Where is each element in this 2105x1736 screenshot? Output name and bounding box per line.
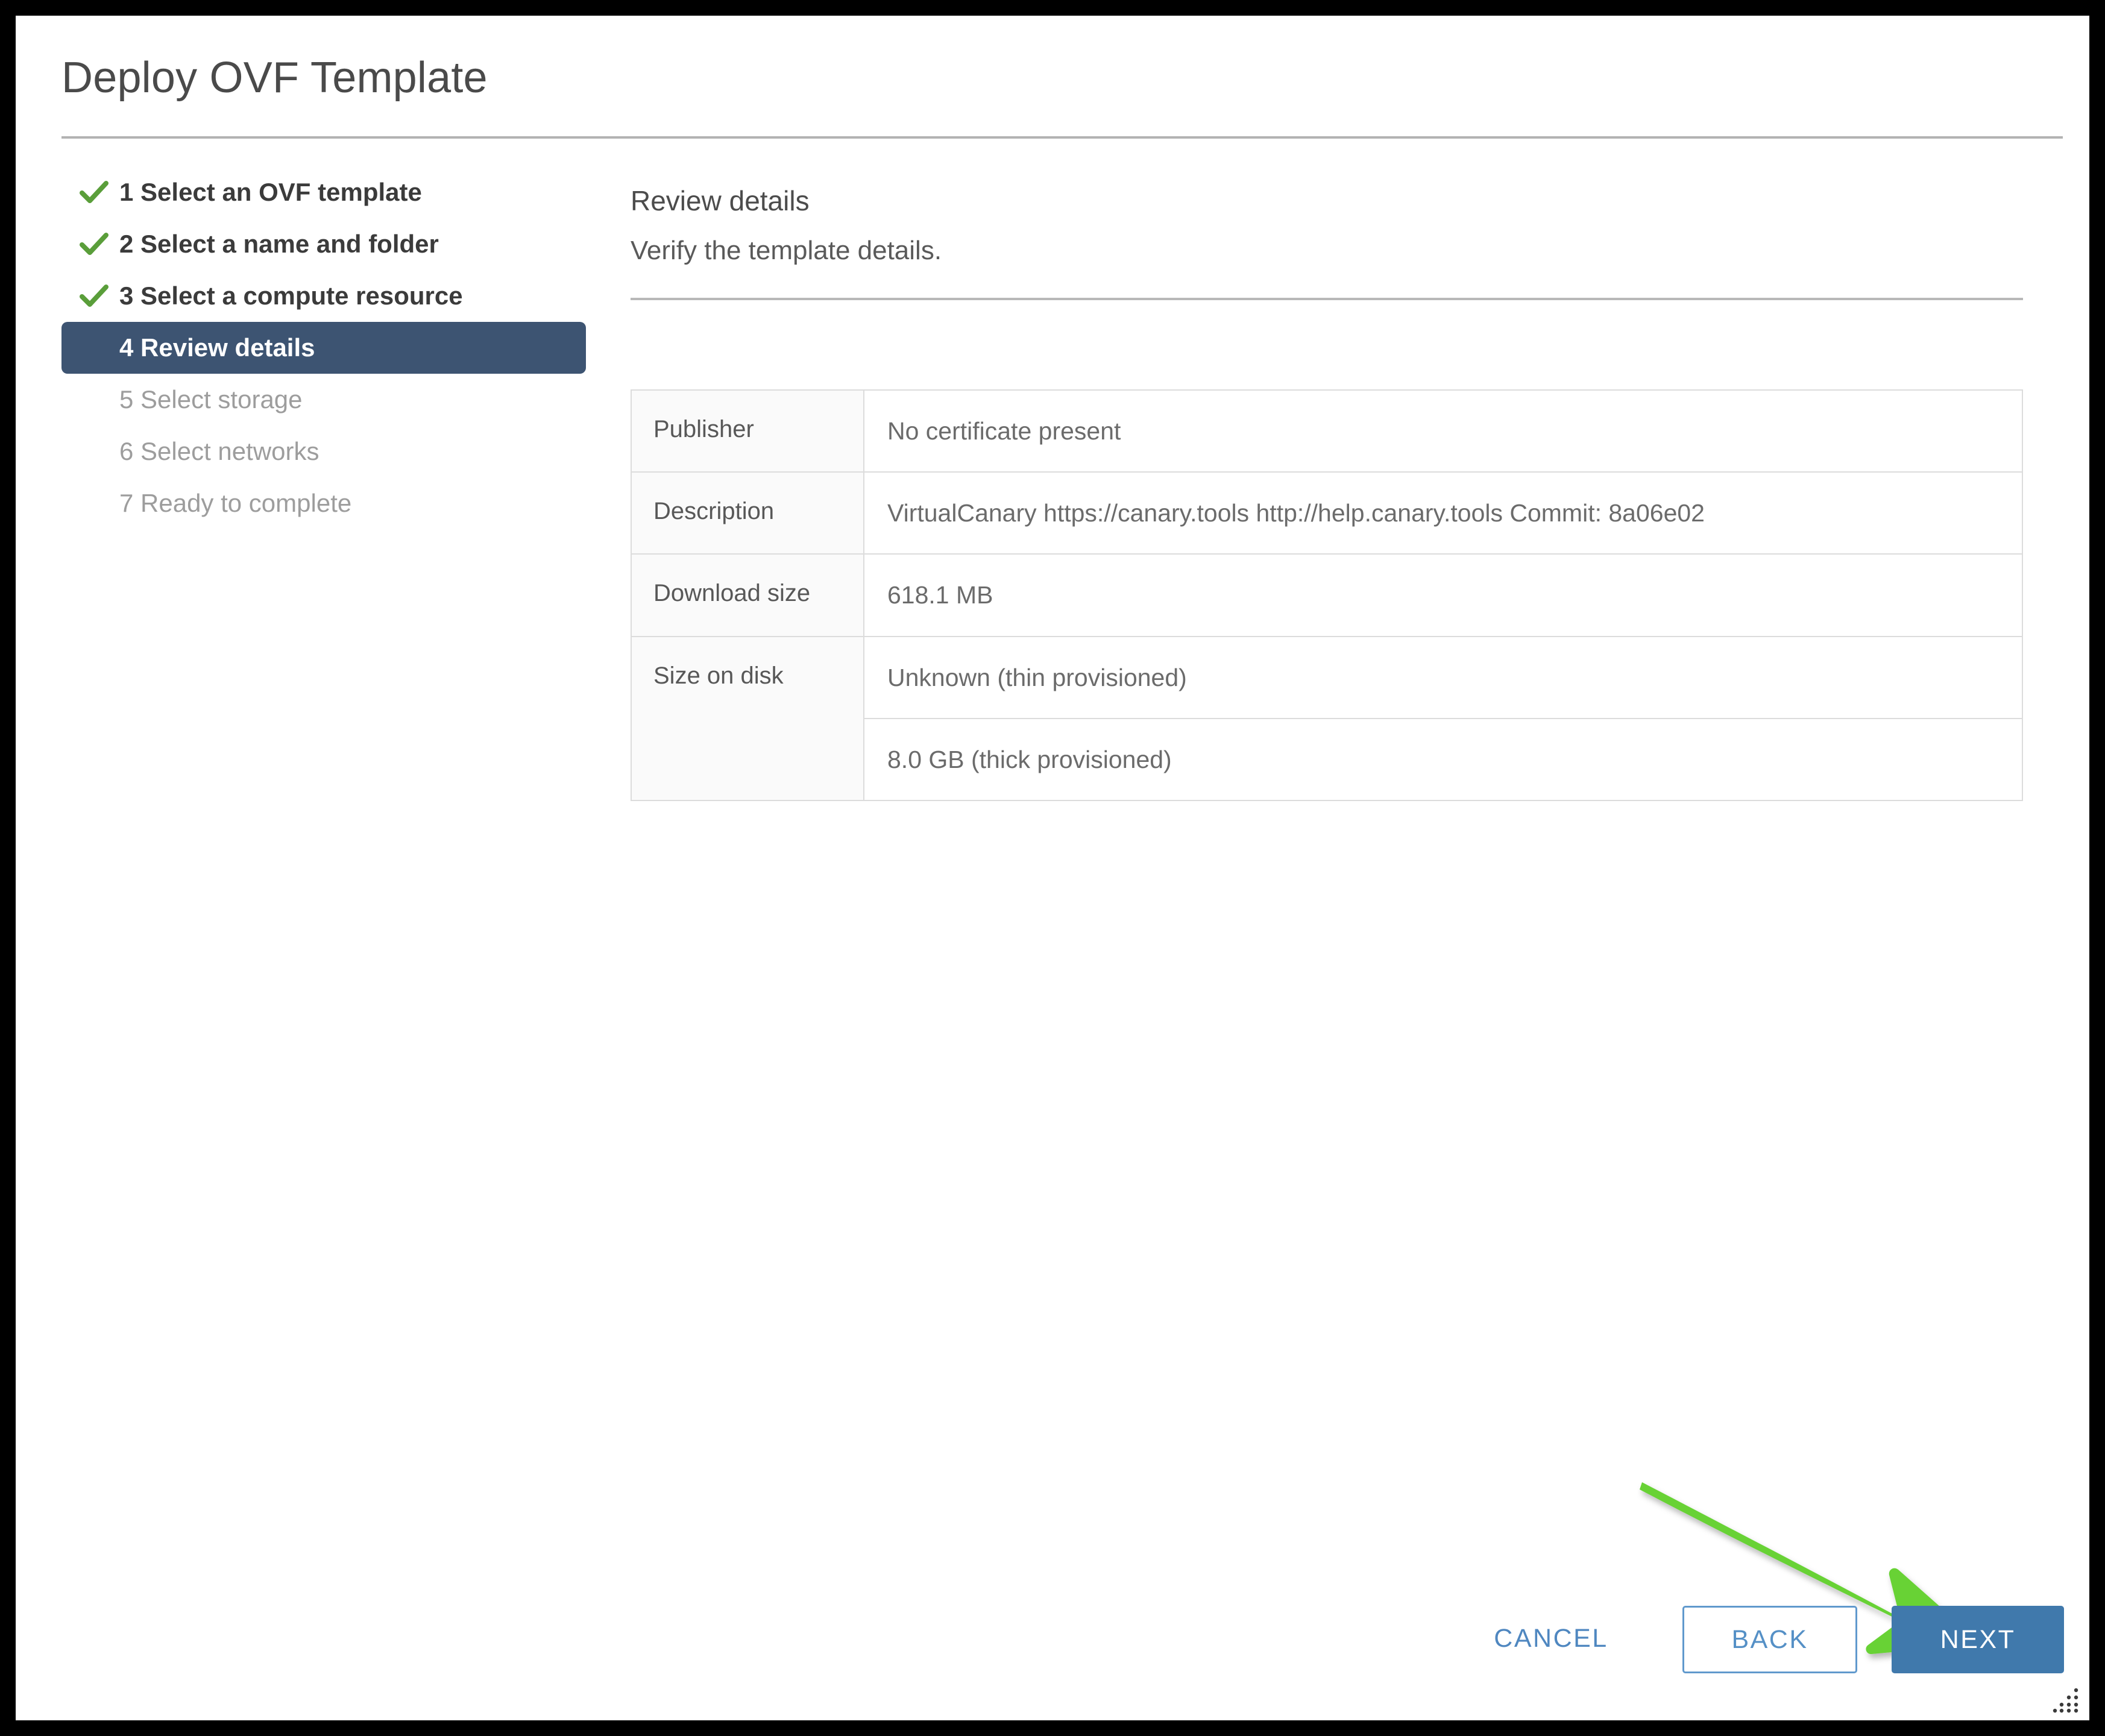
template-details-table: Publisher No certificate present Descrip… xyxy=(631,389,2023,802)
back-button[interactable]: BACK xyxy=(1682,1606,1857,1673)
sidebar-item-label: 3 Select a compute resource xyxy=(119,281,463,310)
sidebar-item-select-ovf-template[interactable]: 1 Select an OVF template xyxy=(61,166,586,218)
next-button[interactable]: NEXT xyxy=(1892,1606,2064,1673)
pane-subtitle: Verify the template details. xyxy=(631,236,942,265)
pane-divider xyxy=(631,298,2023,300)
pane-title: Review details xyxy=(631,185,810,216)
sidebar-item-label: 5 Select storage xyxy=(119,385,303,414)
sidebar-item-label: 7 Ready to complete xyxy=(119,489,352,517)
table-row: Description VirtualCanary https://canary… xyxy=(632,473,2022,555)
sidebar-item-select-networks[interactable]: 6 Select networks xyxy=(61,426,586,477)
sidebar-item-label: 4 Review details xyxy=(119,333,315,362)
sidebar-item-review-details[interactable]: 4 Review details xyxy=(61,322,586,374)
sidebar-item-label: 1 Select an OVF template xyxy=(119,178,422,206)
table-row: Publisher No certificate present xyxy=(632,391,2022,473)
title-divider xyxy=(61,136,2063,139)
cancel-button[interactable]: CANCEL xyxy=(1470,1605,1632,1672)
sidebar-item-ready-to-complete[interactable]: 7 Ready to complete xyxy=(61,477,586,529)
table-row: Download size 618.1 MB xyxy=(632,555,2022,637)
table-row: Size on disk Unknown (thin provisioned) … xyxy=(632,637,2022,800)
deploy-ovf-template-dialog: Deploy OVF Template 1 Select an OVF temp… xyxy=(16,16,2089,1720)
size-on-disk-thin-value: Unknown (thin provisioned) xyxy=(864,637,2022,719)
publisher-label: Publisher xyxy=(632,391,864,472)
sidebar-item-select-compute-resource[interactable]: 3 Select a compute resource xyxy=(61,270,586,322)
size-on-disk-label: Size on disk xyxy=(632,637,864,800)
download-size-value: 618.1 MB xyxy=(887,581,993,609)
sidebar-item-select-storage[interactable]: 5 Select storage xyxy=(61,374,586,426)
screenshot-frame: Deploy OVF Template 1 Select an OVF temp… xyxy=(0,0,2105,1736)
description-value: VirtualCanary https://canary.tools http:… xyxy=(887,499,1705,527)
publisher-value: No certificate present xyxy=(887,417,1121,445)
size-on-disk-thick-value: 8.0 GB (thick provisioned) xyxy=(887,745,1172,773)
resize-grip-icon[interactable] xyxy=(2052,1685,2080,1713)
wizard-step-list: 1 Select an OVF template 2 Select a name… xyxy=(61,166,586,529)
sidebar-item-label: 2 Select a name and folder xyxy=(119,230,439,258)
sidebar-item-select-name-and-folder[interactable]: 2 Select a name and folder xyxy=(61,218,586,270)
sidebar-item-label: 6 Select networks xyxy=(119,437,319,465)
check-icon xyxy=(78,177,110,208)
check-icon xyxy=(78,228,110,260)
download-size-label: Download size xyxy=(632,555,864,636)
description-label: Description xyxy=(632,473,864,554)
page-title: Deploy OVF Template xyxy=(61,54,488,102)
check-icon xyxy=(78,280,110,312)
size-on-disk-values: Unknown (thin provisioned) 8.0 GB (thick… xyxy=(864,637,2022,800)
